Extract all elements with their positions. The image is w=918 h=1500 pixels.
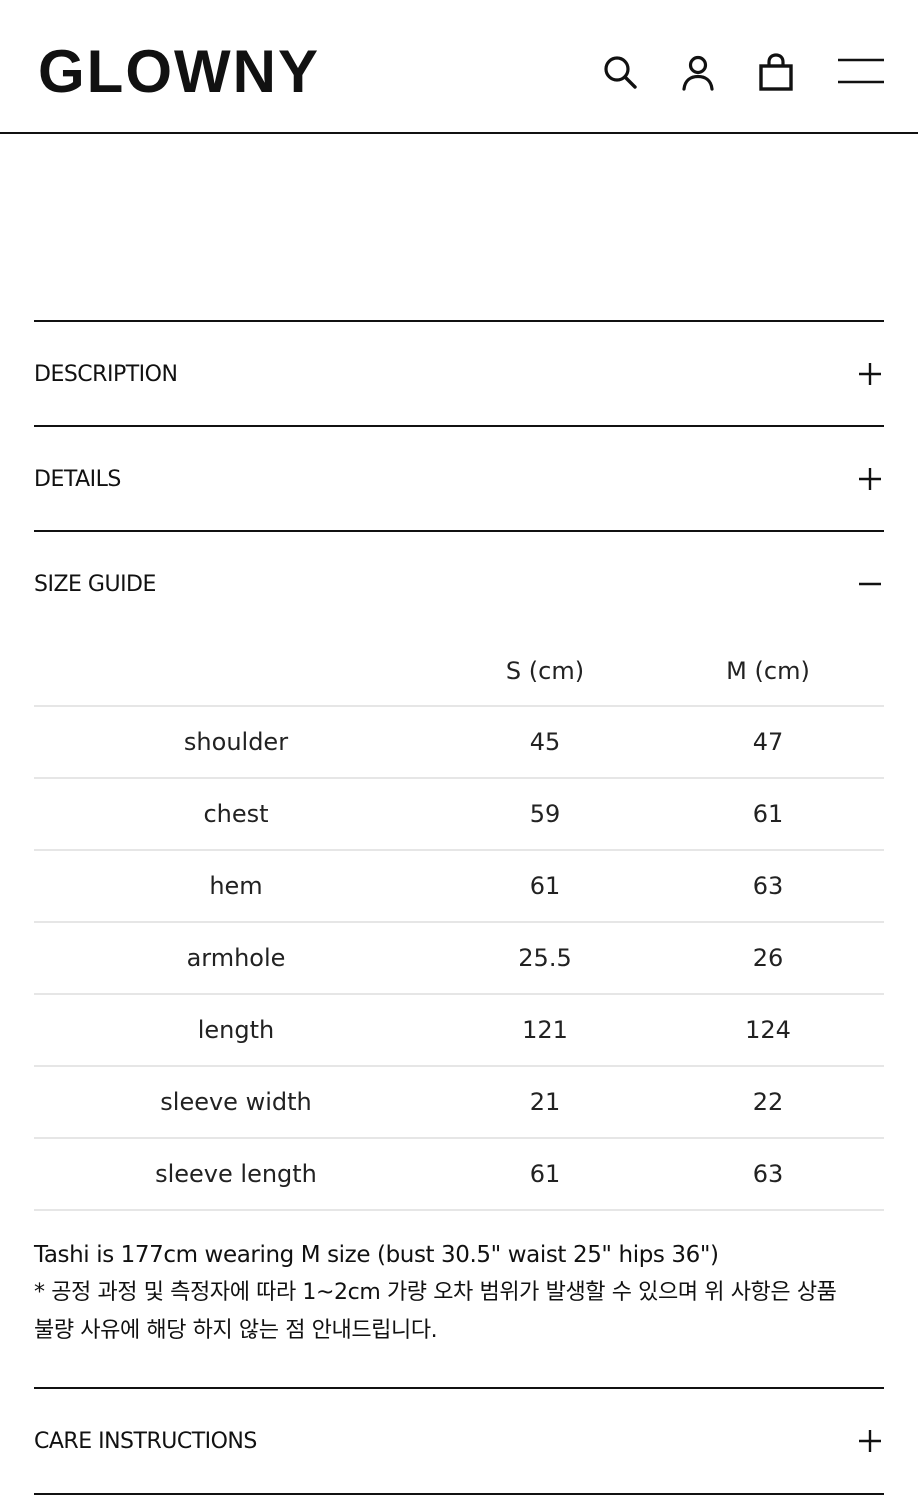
table-row: sleeve length 61 63 bbox=[34, 1138, 884, 1210]
accordion-details-header[interactable]: DETAILS bbox=[34, 427, 884, 531]
row-value-s: 121 bbox=[522, 1016, 568, 1044]
accordion-description: DESCRIPTION bbox=[34, 320, 884, 426]
row-value-m: 22 bbox=[752, 1088, 784, 1116]
table-row: shoulder 45 47 bbox=[34, 706, 884, 778]
row-value-s: 45 bbox=[529, 728, 561, 756]
row-value-m: 61 bbox=[752, 800, 784, 828]
menu-icon[interactable] bbox=[836, 50, 886, 94]
row-value-m: 63 bbox=[752, 872, 784, 900]
row-value-s: 61 bbox=[529, 1160, 561, 1188]
accordion-details-title: DETAILS bbox=[34, 466, 121, 492]
table-header-row: S (cm) M (cm) bbox=[34, 636, 884, 706]
row-label: chest bbox=[203, 800, 269, 828]
column-header-measurement bbox=[34, 636, 438, 706]
column-header-m: M (cm) bbox=[726, 656, 810, 685]
row-value-m: 26 bbox=[752, 944, 784, 972]
table-row: chest 59 61 bbox=[34, 778, 884, 850]
accordion-size-guide: SIZE GUIDE bbox=[34, 530, 884, 636]
row-value-s: 59 bbox=[529, 800, 561, 828]
accordion-care-instructions: CARE INSTRUCTIONS bbox=[34, 1387, 884, 1495]
minus-icon[interactable] bbox=[856, 570, 884, 598]
row-label: length bbox=[197, 1016, 275, 1044]
accordion-care-instructions-title: CARE INSTRUCTIONS bbox=[34, 1428, 257, 1454]
row-value-s: 21 bbox=[529, 1088, 561, 1116]
site-header: GLOWNY bbox=[0, 0, 918, 134]
table-row: hem 61 63 bbox=[34, 850, 884, 922]
row-value-s: 61 bbox=[529, 872, 561, 900]
accordion-description-title: DESCRIPTION bbox=[34, 361, 178, 387]
row-label: sleeve width bbox=[160, 1088, 312, 1116]
row-value-m: 63 bbox=[752, 1160, 784, 1188]
plus-icon[interactable] bbox=[856, 465, 884, 493]
table-row: armhole 25.5 26 bbox=[34, 922, 884, 994]
row-value-m: 47 bbox=[752, 728, 784, 756]
row-label: sleeve length bbox=[155, 1160, 317, 1188]
account-icon[interactable] bbox=[676, 50, 720, 94]
row-label: armhole bbox=[186, 944, 286, 972]
shopping-bag-icon[interactable] bbox=[754, 50, 798, 94]
accordion-description-header[interactable]: DESCRIPTION bbox=[34, 322, 884, 426]
accordion-care-instructions-header[interactable]: CARE INSTRUCTIONS bbox=[34, 1389, 884, 1493]
row-label: hem bbox=[209, 872, 263, 900]
table-row: length 121 124 bbox=[34, 994, 884, 1066]
plus-icon[interactable] bbox=[856, 1427, 884, 1455]
size-guide-notes: Tashi is 177cm wearing M size (bust 30.5… bbox=[34, 1236, 884, 1350]
row-value-s: 25.5 bbox=[518, 944, 572, 972]
disclaimer-text-line-1: * 공정 과정 및 측정자에 따라 1~2cm 가량 오차 범위가 발생할 수 … bbox=[34, 1280, 837, 1305]
table-row: sleeve width 21 22 bbox=[34, 1066, 884, 1138]
size-guide-table: S (cm) M (cm) shoulder 45 47 chest 59 61… bbox=[34, 636, 884, 1211]
disclaimer-text-line-2: 불량 사유에 해당 하지 않는 점 안내드립니다. bbox=[34, 1318, 438, 1343]
row-label: shoulder bbox=[183, 728, 289, 756]
search-icon[interactable] bbox=[598, 50, 642, 94]
model-info-text: Tashi is 177cm wearing M size (bust 30.5… bbox=[34, 1242, 719, 1268]
brand-logo[interactable]: GLOWNY bbox=[38, 40, 320, 104]
accordion-details: DETAILS bbox=[34, 425, 884, 531]
plus-icon[interactable] bbox=[856, 360, 884, 388]
column-header-s: S (cm) bbox=[505, 656, 585, 685]
row-value-m: 124 bbox=[745, 1016, 791, 1044]
accordion-size-guide-title: SIZE GUIDE bbox=[34, 571, 156, 597]
accordion-size-guide-header[interactable]: SIZE GUIDE bbox=[34, 532, 884, 636]
